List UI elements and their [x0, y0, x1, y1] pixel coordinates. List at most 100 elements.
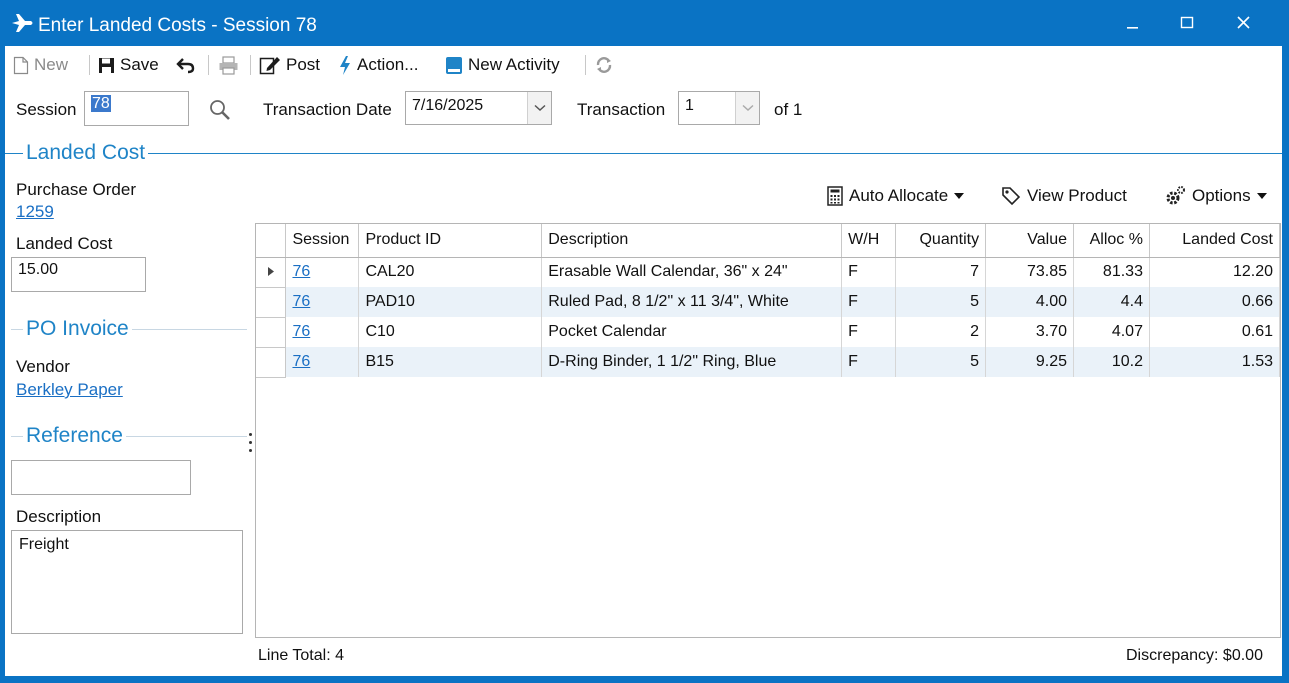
purchase-order-link[interactable]: 1259 — [16, 202, 54, 222]
column-header-wh[interactable]: W/H — [841, 224, 897, 258]
transaction-select[interactable]: 1 — [678, 91, 760, 125]
description-cell[interactable]: D-Ring Binder, 1 1/2" Ring, Blue — [541, 347, 843, 377]
transaction-dropdown[interactable] — [735, 92, 759, 124]
alloc-percent-cell[interactable]: 4.4 — [1073, 287, 1150, 317]
view-product-label: View Product — [1027, 186, 1127, 205]
transaction-value: 1 — [685, 97, 694, 114]
table-row[interactable]: 76 B15 D-Ring Binder, 1 1/2" Ring, Blue … — [256, 347, 1281, 378]
product-id-cell[interactable]: PAD10 — [358, 287, 543, 317]
vendor-link[interactable]: Berkley Paper — [16, 380, 123, 400]
description-textarea[interactable]: Freight — [11, 530, 243, 634]
column-header-alloc-percent[interactable]: Alloc % — [1073, 224, 1150, 258]
new-activity-label: New Activity — [468, 55, 560, 74]
close-button[interactable] — [1222, 8, 1266, 38]
grid-header-row: Session Product ID Description W/H Quant… — [256, 224, 1281, 258]
refresh-button[interactable] — [594, 53, 614, 77]
grid-table: Session Product ID Description W/H Quant… — [256, 224, 1281, 378]
session-link[interactable]: 76 — [292, 263, 310, 280]
save-label: Save — [120, 55, 159, 74]
alloc-percent-cell[interactable]: 10.2 — [1073, 347, 1150, 377]
description-cell[interactable]: Pocket Calendar — [541, 317, 843, 347]
options-button[interactable]: Options — [1164, 183, 1267, 209]
transaction-date-picker[interactable]: 7/16/2025 — [405, 91, 552, 125]
wh-cell[interactable]: F — [841, 317, 897, 347]
alloc-percent-cell[interactable]: 81.33 — [1073, 257, 1150, 287]
splitter-dot — [249, 449, 252, 452]
undo-icon — [176, 58, 195, 74]
session-link[interactable]: 76 — [292, 293, 310, 310]
landed-cost-cell[interactable]: 0.66 — [1149, 287, 1281, 317]
quantity-cell[interactable]: 5 — [895, 287, 987, 317]
table-row[interactable]: 76 CAL20 Erasable Wall Calendar, 36" x 2… — [256, 257, 1281, 288]
session-link[interactable]: 76 — [292, 323, 310, 340]
session-search-button[interactable] — [208, 98, 232, 127]
row-header[interactable] — [256, 257, 287, 288]
minimize-button[interactable] — [1110, 8, 1154, 38]
post-label: Post — [286, 55, 321, 74]
quantity-cell[interactable]: 7 — [895, 257, 987, 287]
wh-cell[interactable]: F — [841, 257, 897, 287]
auto-allocate-button[interactable]: Auto Allocate — [827, 183, 965, 209]
transaction-date-dropdown[interactable] — [527, 92, 551, 124]
session-input[interactable]: 78 — [84, 91, 189, 126]
window-title: Enter Landed Costs - Session 78 — [38, 15, 317, 36]
title-bar[interactable]: Enter Landed Costs - Session 78 — [0, 0, 1289, 46]
product-id-cell[interactable]: C10 — [358, 317, 543, 347]
landed-cost-cell[interactable]: 1.53 — [1149, 347, 1281, 377]
column-header-quantity[interactable]: Quantity — [895, 224, 987, 258]
column-header-value[interactable]: Value — [985, 224, 1074, 258]
quantity-cell[interactable]: 5 — [895, 347, 987, 377]
new-activity-button[interactable]: New Activity — [445, 53, 560, 77]
value-cell[interactable]: 9.25 — [985, 347, 1074, 377]
maximize-button[interactable] — [1165, 8, 1209, 38]
product-id-cell[interactable]: CAL20 — [358, 257, 543, 287]
print-button[interactable] — [218, 53, 239, 77]
save-button[interactable]: Save — [98, 53, 159, 77]
column-header-product-id[interactable]: Product ID — [358, 224, 543, 258]
quantity-cell[interactable]: 2 — [895, 317, 987, 347]
grid-corner-header — [256, 224, 287, 258]
landed-cost-divider — [5, 153, 1282, 154]
undo-button[interactable] — [176, 53, 196, 77]
new-document-icon — [13, 56, 29, 74]
post-button[interactable]: Post — [259, 53, 320, 77]
toolbar-separator — [585, 55, 586, 75]
splitter-dot — [249, 433, 252, 436]
landed-cost-grid: Session Product ID Description W/H Quant… — [255, 223, 1281, 638]
transaction-date-value: 7/16/2025 — [412, 97, 484, 114]
row-header[interactable] — [256, 287, 287, 318]
options-label: Options — [1192, 186, 1251, 205]
table-row[interactable]: 76 PAD10 Ruled Pad, 8 1/2" x 11 3/4", Wh… — [256, 287, 1281, 318]
description-cell[interactable]: Erasable Wall Calendar, 36" x 24" — [541, 257, 843, 287]
transaction-label: Transaction — [577, 100, 666, 119]
new-button[interactable]: New — [13, 53, 68, 77]
view-product-button[interactable]: View Product — [1001, 183, 1127, 209]
description-cell[interactable]: Ruled Pad, 8 1/2" x 11 3/4", White — [541, 287, 843, 317]
landed-cost-cell[interactable]: 12.20 — [1149, 257, 1281, 287]
landed-cost-cell[interactable]: 0.61 — [1149, 317, 1281, 347]
value-cell[interactable]: 3.70 — [985, 317, 1074, 347]
close-icon — [1237, 16, 1250, 29]
table-row[interactable]: 76 C10 Pocket Calendar F 2 3.70 4.07 0.6… — [256, 317, 1281, 348]
wh-cell[interactable]: F — [841, 347, 897, 377]
wh-cell[interactable]: F — [841, 287, 897, 317]
column-header-description[interactable]: Description — [541, 224, 843, 258]
session-link[interactable]: 76 — [292, 353, 310, 370]
column-header-session[interactable]: Session — [285, 224, 360, 258]
post-edit-icon — [259, 57, 280, 75]
lightning-icon — [340, 55, 350, 75]
row-header[interactable] — [256, 347, 287, 378]
value-cell[interactable]: 4.00 — [985, 287, 1074, 317]
landed-cost-input[interactable]: 15.00 — [11, 257, 146, 292]
toolbar-separator — [250, 55, 251, 75]
reference-input[interactable] — [11, 460, 191, 495]
gear-icon — [1166, 186, 1185, 205]
product-id-cell[interactable]: B15 — [358, 347, 543, 377]
value-cell[interactable]: 73.85 — [985, 257, 1074, 287]
landed-cost-value: 15.00 — [18, 261, 59, 278]
new-label: New — [34, 55, 69, 74]
column-header-landed-cost[interactable]: Landed Cost — [1149, 224, 1281, 258]
row-header[interactable] — [256, 317, 287, 348]
action-button[interactable]: Action... — [338, 53, 418, 77]
alloc-percent-cell[interactable]: 4.07 — [1073, 317, 1150, 347]
